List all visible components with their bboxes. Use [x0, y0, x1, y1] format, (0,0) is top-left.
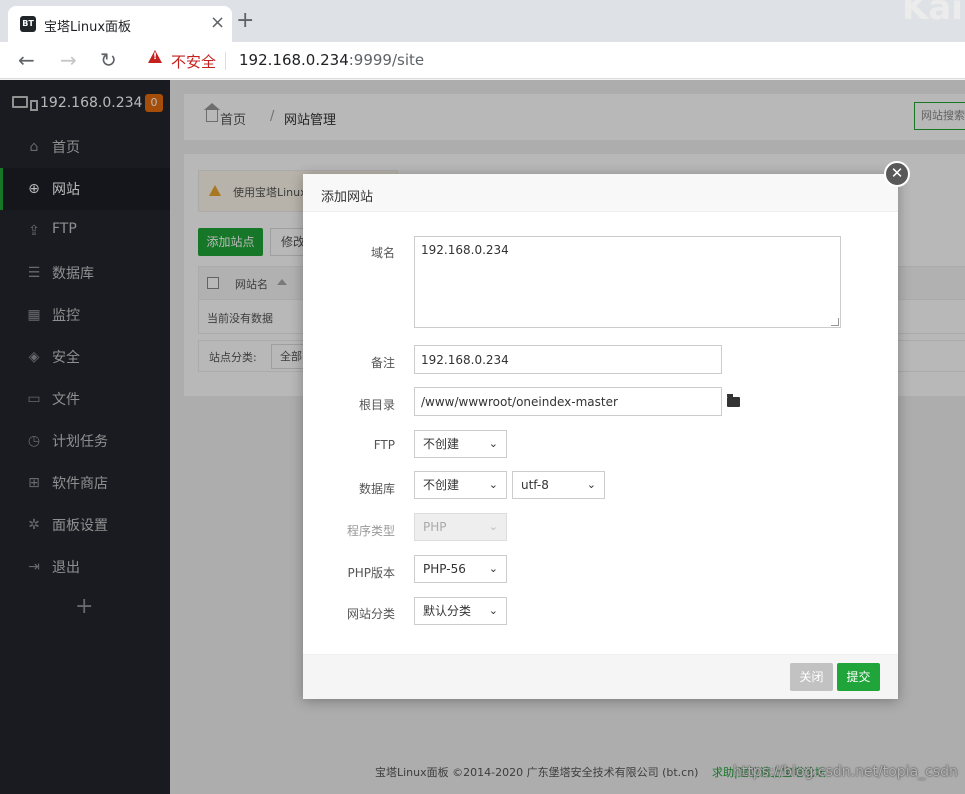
chevron-down-icon: ⌄ — [488, 604, 498, 617]
program-type-select: PHP ⌄ — [414, 513, 507, 541]
insecure-label[interactable]: 不安全 — [171, 51, 216, 72]
address-separator — [225, 52, 226, 70]
ftp-select[interactable]: 不创建 ⌄ — [414, 430, 507, 458]
add-site-dialog: 添加网站 ✕ 域名 192.168.0.234 备注 根目录 FTP 不创建 ⌄… — [303, 161, 910, 699]
domain-textarea[interactable]: 192.168.0.234 — [414, 236, 841, 328]
dialog-footer: 关闭 提交 — [303, 654, 898, 699]
dialog-title: 添加网站 — [321, 190, 374, 205]
browser-tab[interactable]: BT 宝塔Linux面板 × — [8, 6, 232, 42]
root-dir-label: 根目录 — [358, 398, 395, 412]
php-version-value: PHP-56 — [423, 562, 466, 576]
program-type-label: 程序类型 — [346, 524, 395, 538]
program-type-value: PHP — [423, 520, 447, 534]
remark-label: 备注 — [370, 356, 395, 370]
site-category-value: 默认分类 — [423, 604, 472, 618]
forward-arrow-icon[interactable]: → — [60, 48, 77, 72]
chevron-down-icon: ⌄ — [586, 478, 596, 491]
database-select-value: 不创建 — [423, 478, 460, 492]
database-label: 数据库 — [358, 482, 395, 496]
php-version-label: PHP版本 — [347, 566, 396, 580]
root-dir-input[interactable] — [414, 387, 722, 416]
url-host: 192.168.0.234 — [239, 51, 349, 69]
tab-title: 宝塔Linux面板 — [44, 20, 132, 35]
back-arrow-icon[interactable]: ← — [18, 48, 35, 72]
charset-select-value: utf-8 — [521, 478, 549, 492]
remark-input[interactable] — [414, 345, 722, 374]
corner-overlay-text: Kai — [902, 0, 963, 28]
address-bar: ← → ↻ 不安全 192.168.0.234:9999/site — [0, 42, 965, 79]
submit-button[interactable]: 提交 — [837, 663, 880, 691]
site-category-select[interactable]: 默认分类 ⌄ — [414, 597, 507, 625]
dialog-header: 添加网站 — [303, 174, 898, 212]
new-tab-button[interactable]: + — [236, 10, 254, 32]
dialog-close-icon[interactable]: ✕ — [884, 161, 910, 187]
resize-handle-icon[interactable] — [831, 318, 839, 326]
browser-tabbar: BT 宝塔Linux面板 × + Kai — [0, 0, 965, 42]
url-path: :9999/site — [348, 51, 425, 69]
tab-close-icon[interactable]: × — [210, 14, 225, 32]
php-version-select[interactable]: PHP-56 ⌄ — [414, 555, 507, 583]
site-category-label: 网站分类 — [346, 607, 395, 621]
ftp-label: FTP — [373, 438, 395, 452]
charset-select[interactable]: utf-8 ⌄ — [512, 471, 605, 499]
close-button[interactable]: 关闭 — [790, 663, 833, 691]
folder-open-icon[interactable] — [727, 394, 740, 407]
insecure-warning-icon[interactable] — [148, 50, 162, 63]
domain-label: 域名 — [370, 246, 395, 260]
reload-icon[interactable]: ↻ — [100, 48, 117, 72]
chevron-down-icon: ⌄ — [488, 520, 498, 533]
chevron-down-icon: ⌄ — [488, 562, 498, 575]
chevron-down-icon: ⌄ — [488, 478, 498, 491]
chevron-down-icon: ⌄ — [488, 437, 498, 450]
url-field[interactable]: 192.168.0.234:9999/site — [239, 51, 424, 69]
database-select[interactable]: 不创建 ⌄ — [414, 471, 507, 499]
bt-favicon-icon: BT — [20, 16, 36, 32]
ftp-select-value: 不创建 — [423, 437, 460, 451]
